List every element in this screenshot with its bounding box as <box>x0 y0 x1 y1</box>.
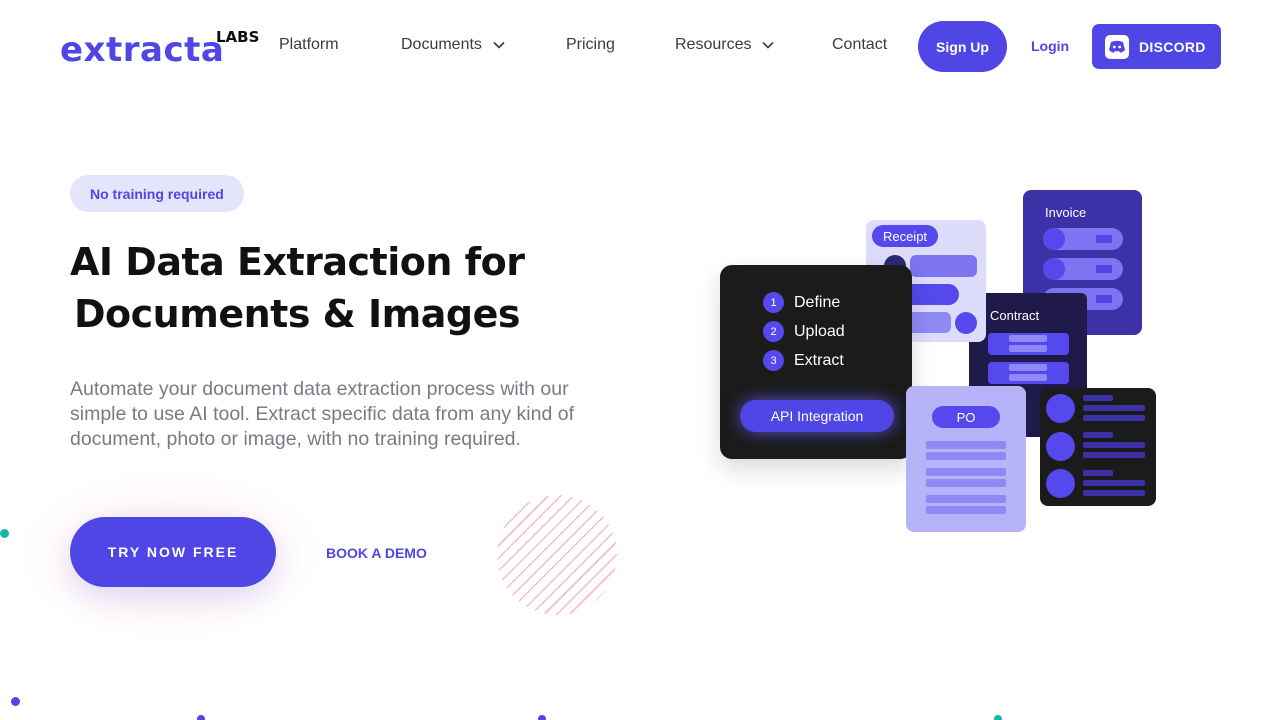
list-line <box>1083 452 1145 458</box>
po-card: PO <box>906 386 1026 532</box>
po-line <box>926 441 1006 449</box>
step-extract: 3 Extract <box>763 350 844 371</box>
book-demo-link[interactable]: BOOK A DEMO <box>326 545 427 561</box>
nav-link-resources[interactable]: Resources <box>675 36 775 54</box>
list-line <box>1083 405 1145 411</box>
headline-line-1: AI Data Extraction for <box>70 240 525 284</box>
list-line <box>1083 470 1113 476</box>
step-label: Extract <box>794 351 844 369</box>
receipt-dot <box>955 312 977 334</box>
discord-icon <box>1105 34 1129 59</box>
step-label: Upload <box>794 322 845 340</box>
decor-dot <box>0 529 9 538</box>
nav-link-pricing[interactable]: Pricing <box>566 36 615 54</box>
po-line <box>926 495 1006 503</box>
list-line <box>1083 490 1145 496</box>
headline-line-2-highlighted: Documents & Images <box>70 288 524 340</box>
receipt-line <box>910 255 977 277</box>
list-avatar <box>1046 469 1075 498</box>
contract-field-line <box>1009 345 1047 352</box>
receipt-label: Receipt <box>872 225 938 247</box>
po-line <box>926 479 1006 487</box>
step-number: 2 <box>763 321 784 342</box>
step-number: 3 <box>763 350 784 371</box>
contract-field-line <box>1009 335 1047 342</box>
decor-dot <box>11 697 20 706</box>
nav-link-label: Platform <box>279 36 339 53</box>
invoice-row-dot <box>1043 258 1065 280</box>
decor-dot <box>197 715 205 720</box>
invoice-row-dot <box>1043 228 1065 250</box>
contacts-list-card <box>1040 388 1156 506</box>
signup-button[interactable]: Sign Up <box>918 21 1007 72</box>
try-now-free-button[interactable]: TRY NOW FREE <box>70 517 276 587</box>
po-line <box>926 506 1006 514</box>
chevron-down-icon <box>762 41 775 49</box>
api-integration-pill: API Integration <box>740 400 894 432</box>
hero-headline: AI Data Extraction for Documents & Image… <box>70 236 630 340</box>
contract-field-line <box>1009 364 1047 371</box>
hatched-circle-decoration <box>497 495 617 615</box>
nav-link-label: Contact <box>832 36 888 53</box>
po-label: PO <box>932 406 1000 428</box>
step-label: Define <box>794 293 841 311</box>
nav-link-documents[interactable]: Documents <box>401 36 506 54</box>
decor-dot <box>538 715 546 720</box>
nav-link-contact[interactable]: Contact <box>832 36 887 54</box>
hero-subtext: Automate your document data extraction p… <box>70 378 574 450</box>
contract-field-line <box>1009 374 1047 381</box>
invoice-row-mark <box>1096 235 1112 243</box>
top-navbar: extracta LABS Platform Documents Pricing… <box>0 0 1280 92</box>
logo-wordmark: extracta <box>60 30 225 70</box>
step-define: 1 Define <box>763 292 840 313</box>
discord-button[interactable]: DISCORD <box>1092 24 1221 69</box>
po-line <box>926 452 1006 460</box>
step-upload: 2 Upload <box>763 321 845 342</box>
chevron-down-icon <box>493 41 505 49</box>
invoice-card-title: Invoice <box>1045 205 1087 220</box>
no-training-badge: No training required <box>70 175 244 212</box>
list-line <box>1083 395 1113 401</box>
list-line <box>1083 442 1145 448</box>
list-avatar <box>1046 394 1075 423</box>
nav-link-label: Resources <box>675 36 752 53</box>
po-line <box>926 468 1006 476</box>
nav-link-platform[interactable]: Platform <box>279 36 339 54</box>
nav-link-label: Pricing <box>566 36 615 53</box>
step-number: 1 <box>763 292 784 313</box>
decor-dot <box>994 715 1002 720</box>
login-link[interactable]: Login <box>1031 38 1069 54</box>
logo-labs-superscript: LABS <box>216 28 260 46</box>
discord-label: DISCORD <box>1139 38 1206 55</box>
invoice-row-mark <box>1096 295 1112 303</box>
steps-card: 1 Define 2 Upload 3 Extract API Integrat… <box>720 265 912 459</box>
list-avatar <box>1046 432 1075 461</box>
list-line <box>1083 432 1113 438</box>
list-line <box>1083 480 1145 486</box>
list-line <box>1083 415 1145 421</box>
contract-card-title: Contract <box>990 308 1040 323</box>
invoice-row-mark <box>1096 265 1112 273</box>
nav-link-label: Documents <box>401 36 482 53</box>
